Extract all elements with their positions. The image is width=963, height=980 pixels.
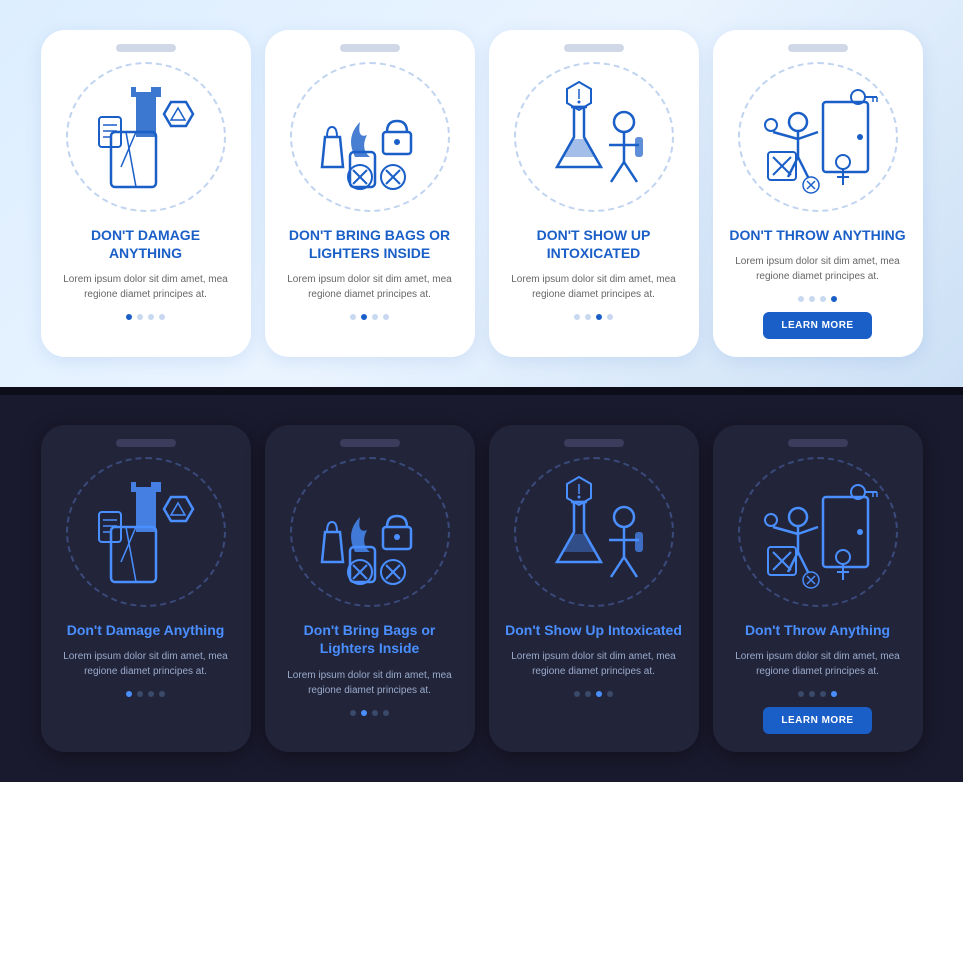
light-section: DON'T DAMAGE ANYTHING Lorem ipsum dolor … — [0, 0, 963, 387]
card-title-bags-dark: Don't Bring Bags or Lighters Inside — [281, 621, 459, 657]
card-body-throw-dark: Lorem ipsum dolor sit dim amet, mea regi… — [729, 649, 907, 679]
dots-bags-dark — [350, 710, 389, 716]
notch — [788, 439, 848, 447]
dot-2 — [137, 314, 143, 320]
card-damage-dark: Don't Damage Anything Lorem ipsum dolor … — [41, 425, 251, 752]
dot-1 — [574, 691, 580, 697]
card-bags-dark: Don't Bring Bags or Lighters Inside Lore… — [265, 425, 475, 752]
illustration-bags-dark — [290, 457, 450, 607]
card-body-intoxicated-dark: Lorem ipsum dolor sit dim amet, mea regi… — [505, 649, 683, 679]
dot-1 — [350, 710, 356, 716]
dots-throw-light — [798, 296, 837, 302]
dot-3 — [372, 710, 378, 716]
dot-3 — [148, 691, 154, 697]
illustration-throw-light — [738, 62, 898, 212]
section-divider — [0, 387, 963, 395]
card-intoxicated-light: DON'T SHOW UP INTOXICATED Lorem ipsum do… — [489, 30, 699, 357]
notch — [340, 439, 400, 447]
dot-1 — [798, 296, 804, 302]
illustration-throw-dark — [738, 457, 898, 607]
dot-3 — [820, 691, 826, 697]
dot-4 — [159, 691, 165, 697]
card-title-intoxicated-dark: Don't Show Up Intoxicated — [505, 621, 682, 639]
dot-1 — [350, 314, 356, 320]
dot-2 — [361, 314, 367, 320]
dot-3 — [148, 314, 154, 320]
dot-4 — [159, 314, 165, 320]
illustration-intoxicated-light — [514, 62, 674, 212]
dot-2 — [361, 710, 367, 716]
notch — [564, 44, 624, 52]
dot-1 — [126, 314, 132, 320]
dark-section: Don't Damage Anything Lorem ipsum dolor … — [0, 395, 963, 782]
dots-intoxicated-light — [574, 314, 613, 320]
card-body-throw-light: Lorem ipsum dolor sit dim amet, mea regi… — [729, 254, 907, 284]
dot-4 — [831, 691, 837, 697]
dot-2 — [809, 691, 815, 697]
card-throw-dark: Don't Throw Anything Lorem ipsum dolor s… — [713, 425, 923, 752]
dots-intoxicated-dark — [574, 691, 613, 697]
dot-4 — [383, 314, 389, 320]
dot-2 — [585, 314, 591, 320]
illustration-bags-light — [290, 62, 450, 212]
card-title-intoxicated-light: DON'T SHOW UP INTOXICATED — [505, 226, 683, 262]
dot-2 — [809, 296, 815, 302]
card-body-damage-dark: Lorem ipsum dolor sit dim amet, mea regi… — [57, 649, 235, 679]
card-throw-light: DON'T THROW ANYTHING Lorem ipsum dolor s… — [713, 30, 923, 357]
card-damage-light: DON'T DAMAGE ANYTHING Lorem ipsum dolor … — [41, 30, 251, 357]
dot-3 — [596, 691, 602, 697]
notch — [564, 439, 624, 447]
dot-4 — [831, 296, 837, 302]
card-intoxicated-dark: Don't Show Up Intoxicated Lorem ipsum do… — [489, 425, 699, 752]
card-body-bags-light: Lorem ipsum dolor sit dim amet, mea regi… — [281, 272, 459, 302]
notch — [340, 44, 400, 52]
dot-1 — [126, 691, 132, 697]
dot-2 — [585, 691, 591, 697]
notch — [788, 44, 848, 52]
learn-more-button-dark[interactable]: LEARN MORE — [763, 707, 871, 734]
card-bags-light: DON'T BRING BAGS OR LIGHTERS INSIDE Lore… — [265, 30, 475, 357]
dot-4 — [607, 314, 613, 320]
card-title-damage-light: DON'T DAMAGE ANYTHING — [57, 226, 235, 262]
dot-4 — [383, 710, 389, 716]
dot-4 — [607, 691, 613, 697]
dot-2 — [137, 691, 143, 697]
learn-more-button-light[interactable]: LEARN MORE — [763, 312, 871, 339]
illustration-intoxicated-dark — [514, 457, 674, 607]
card-body-bags-dark: Lorem ipsum dolor sit dim amet, mea regi… — [281, 668, 459, 698]
illustration-damage-dark — [66, 457, 226, 607]
card-title-bags-light: DON'T BRING BAGS OR LIGHTERS INSIDE — [281, 226, 459, 262]
card-title-throw-dark: Don't Throw Anything — [745, 621, 890, 639]
dots-bags-light — [350, 314, 389, 320]
dot-3 — [820, 296, 826, 302]
dots-throw-dark — [798, 691, 837, 697]
card-body-damage-light: Lorem ipsum dolor sit dim amet, mea regi… — [57, 272, 235, 302]
notch — [116, 44, 176, 52]
card-body-intoxicated-light: Lorem ipsum dolor sit dim amet, mea regi… — [505, 272, 683, 302]
dots-damage-dark — [126, 691, 165, 697]
illustration-damage-light — [66, 62, 226, 212]
dot-1 — [798, 691, 804, 697]
card-title-throw-light: DON'T THROW ANYTHING — [729, 226, 905, 244]
dot-3 — [372, 314, 378, 320]
notch — [116, 439, 176, 447]
dot-3 — [596, 314, 602, 320]
dots-damage-light — [126, 314, 165, 320]
card-title-damage-dark: Don't Damage Anything — [67, 621, 225, 639]
dot-1 — [574, 314, 580, 320]
